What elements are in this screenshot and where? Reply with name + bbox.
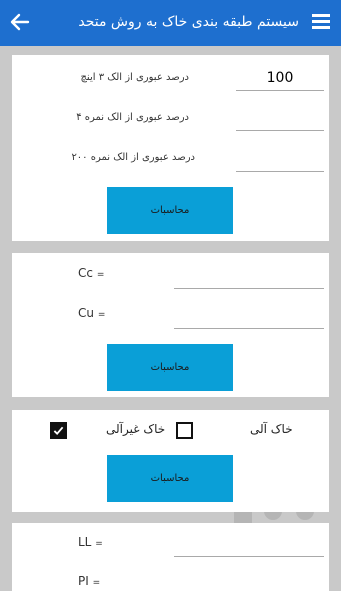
soil-type-card: خاک آلی خاک غیرآلی محاسبات bbox=[12, 410, 329, 512]
ll-label: LL = bbox=[78, 535, 103, 549]
inorganic-soil-checkbox[interactable] bbox=[176, 422, 193, 439]
page-title: سیستم طبقه بندی خاک به روش متحد bbox=[78, 14, 299, 30]
checkmark-icon bbox=[53, 426, 64, 436]
inch3-label: درصد عبوری از الک ۳ اینچ bbox=[80, 72, 189, 83]
cu-value bbox=[174, 307, 324, 310]
pi-label: PI = bbox=[78, 574, 101, 588]
cu-label: Cu = bbox=[78, 306, 106, 320]
no4-input[interactable] bbox=[236, 107, 324, 131]
organic-soil-label[interactable]: خاک آلی bbox=[250, 422, 293, 436]
calc-button-3[interactable]: محاسبات bbox=[107, 455, 233, 502]
passing-percent-card: درصد عبوری از الک ۳ اینچ 100 درصد عبوری … bbox=[12, 55, 329, 241]
calc-button-2[interactable]: محاسبات bbox=[107, 344, 233, 391]
inch3-value: 100 bbox=[266, 70, 294, 86]
cc-value bbox=[174, 267, 324, 270]
calc-button-1[interactable]: محاسبات bbox=[107, 187, 233, 234]
ll-value bbox=[174, 535, 324, 538]
no4-label: درصد عبوری از الک نمره ۴ bbox=[76, 112, 189, 123]
inorganic-soil-label[interactable]: خاک غیرآلی bbox=[106, 422, 165, 436]
cc-label: Cc = bbox=[78, 266, 105, 280]
arrow-left-icon[interactable] bbox=[8, 9, 32, 35]
cu-input[interactable] bbox=[174, 307, 324, 329]
no200-label: درصد عبوری از الک نمره ۲۰۰ bbox=[71, 152, 195, 163]
inch3-input[interactable]: 100 bbox=[236, 67, 324, 91]
no200-value bbox=[236, 148, 324, 151]
limits-card: LL = PI = bbox=[12, 523, 329, 591]
no4-value bbox=[236, 107, 324, 110]
app-bar: سیستم طبقه بندی خاک به روش متحد bbox=[0, 0, 341, 46]
coefficients-card: Cc = Cu = محاسبات bbox=[12, 253, 329, 397]
no200-input[interactable] bbox=[236, 148, 324, 172]
checked-checkbox[interactable] bbox=[50, 422, 67, 439]
hamburger-icon[interactable] bbox=[312, 14, 330, 30]
ll-input[interactable] bbox=[174, 535, 324, 557]
cc-input[interactable] bbox=[174, 267, 324, 289]
